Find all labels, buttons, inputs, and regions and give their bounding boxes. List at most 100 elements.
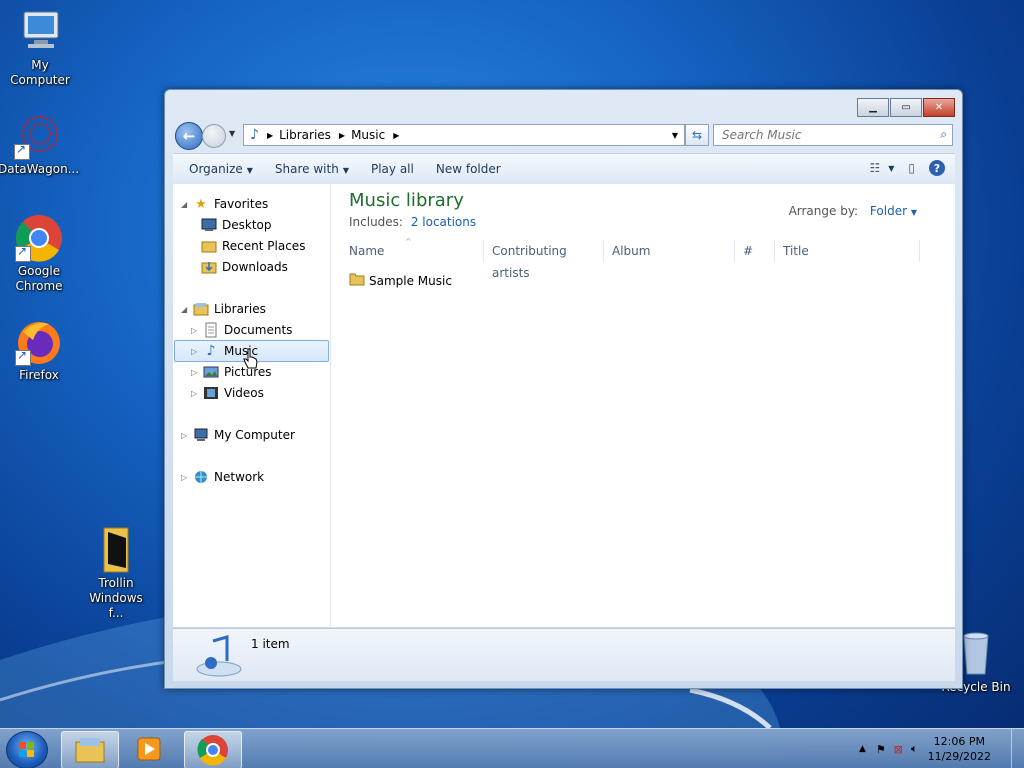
- start-button[interactable]: [6, 731, 48, 768]
- show-desktop-button[interactable]: [1011, 729, 1024, 768]
- play-all-button[interactable]: Play all: [371, 162, 414, 176]
- network-status-icon[interactable]: ⊠: [894, 743, 903, 756]
- collapsed-arrow-icon[interactable]: ▷: [191, 347, 203, 356]
- computer-icon: [16, 8, 64, 56]
- chevron-down-icon: ▼: [246, 166, 253, 175]
- desktop-icon-trollin[interactable]: Trollin Windows f...: [76, 526, 156, 621]
- address-bar[interactable]: ♪ ▶ Libraries ▶ Music ▶ ▼: [243, 124, 685, 146]
- action-center-icon[interactable]: ⚑: [876, 743, 886, 756]
- pictures-icon: [203, 364, 219, 380]
- hand-cursor-icon: [243, 348, 258, 369]
- breadcrumb-music[interactable]: Music: [351, 128, 385, 142]
- folder-icon: [349, 272, 365, 289]
- window-controls: ▁ ▭ ✕: [856, 98, 955, 117]
- desktop-icon: [201, 217, 217, 233]
- refresh-button[interactable]: ⇆: [685, 124, 709, 146]
- column-name[interactable]: Name ^: [341, 237, 484, 262]
- downloads-icon: [201, 259, 217, 275]
- music-note-icon: ♪: [250, 127, 259, 143]
- clock[interactable]: 12:06 PM 11/29/2022: [928, 734, 991, 764]
- nav-pictures[interactable]: ▷ Pictures: [191, 362, 272, 382]
- search-icon[interactable]: ⌕: [940, 127, 947, 142]
- column-album[interactable]: Album: [604, 240, 735, 262]
- nav-recent-places[interactable]: Recent Places: [201, 236, 305, 256]
- breadcrumb-separator-icon[interactable]: ▶: [339, 131, 345, 140]
- recent-pages-dropdown[interactable]: ▼: [229, 129, 235, 138]
- column-headers: Name ^ Contributing artists Album # Titl…: [341, 237, 945, 280]
- taskbar-chrome[interactable]: [184, 731, 242, 768]
- taskbar: ▲ ⚑ ⊠ 🔈︎ 12:06 PM 11/29/2022: [0, 728, 1024, 768]
- nav-downloads[interactable]: Downloads: [201, 257, 288, 277]
- arrange-by-dropdown[interactable]: Folder ▼: [870, 204, 917, 218]
- minimize-button[interactable]: ▁: [857, 98, 889, 117]
- preview-pane-icon[interactable]: ▯: [908, 161, 915, 175]
- library-title: Music library: [349, 190, 464, 211]
- search-input[interactable]: [720, 125, 924, 145]
- media-player-icon: [137, 737, 161, 761]
- show-hidden-icons-icon[interactable]: ▲: [859, 744, 866, 754]
- explorer-icon: [75, 738, 105, 763]
- share-with-button[interactable]: Share with ▼: [275, 162, 349, 176]
- collapsed-arrow-icon[interactable]: ▷: [191, 368, 203, 377]
- shortcut-arrow-icon: [15, 348, 31, 366]
- expanded-arrow-icon[interactable]: ◢: [181, 200, 193, 209]
- expanded-arrow-icon[interactable]: ◢: [181, 305, 193, 314]
- column-contributing-artists[interactable]: Contributing artists: [484, 240, 604, 280]
- desktop-icon-chrome[interactable]: Google Chrome: [0, 214, 79, 294]
- libraries-icon: [193, 301, 209, 317]
- search-box[interactable]: ⌕: [713, 124, 953, 146]
- nav-favorites[interactable]: ◢ ★ Favorites: [181, 194, 268, 214]
- nav-libraries[interactable]: ◢ Libraries: [181, 299, 266, 319]
- computer-icon: [193, 427, 209, 443]
- collapsed-arrow-icon[interactable]: ▷: [191, 326, 203, 335]
- volume-icon[interactable]: 🔈︎: [911, 742, 918, 756]
- breadcrumb-libraries[interactable]: Libraries: [279, 128, 331, 142]
- breadcrumb-separator-icon[interactable]: ▶: [267, 131, 273, 140]
- details-pane: 1 item: [173, 628, 955, 681]
- view-dropdown-icon[interactable]: ▼: [888, 164, 894, 173]
- sort-ascending-icon: ^: [405, 237, 412, 246]
- desktop-icon-firefox[interactable]: Firefox: [0, 318, 79, 383]
- close-button[interactable]: ✕: [923, 98, 955, 117]
- music-note-icon: ♪: [206, 343, 216, 359]
- breadcrumb-separator-icon[interactable]: ▶: [393, 131, 399, 140]
- desktop-icon-datawagon[interactable]: DataWagon...: [0, 112, 79, 177]
- taskbar-explorer[interactable]: [61, 731, 119, 768]
- locations-link[interactable]: 2 locations: [411, 215, 476, 229]
- shortcut-arrow-icon: [15, 244, 31, 262]
- library-includes: Includes: 2 locations: [349, 215, 477, 229]
- explorer-window: ▁ ▭ ✕ ← ▼ ♪ ▶ Libraries ▶ Music ▶ ▼ ⇆ ⌕ …: [164, 89, 963, 689]
- maximize-button[interactable]: ▭: [890, 98, 922, 117]
- organize-button[interactable]: Organize ▼: [189, 162, 253, 176]
- column-number[interactable]: #: [735, 240, 775, 262]
- forward-button[interactable]: [202, 124, 226, 148]
- explorer-content: ◢ ★ Favorites Desktop Recent Places Down…: [173, 184, 955, 627]
- column-title[interactable]: Title: [775, 240, 920, 262]
- nav-my-computer[interactable]: ▷ My Computer: [181, 425, 295, 445]
- address-dropdown-icon[interactable]: ▼: [672, 131, 678, 140]
- nav-desktop[interactable]: Desktop: [201, 215, 272, 235]
- collapsed-arrow-icon[interactable]: ▷: [181, 431, 193, 440]
- datawagon-icon: [14, 112, 62, 160]
- view-options-icon[interactable]: ☷: [869, 161, 880, 175]
- file-row[interactable]: Sample Music: [349, 272, 452, 289]
- chevron-down-icon: ▼: [342, 166, 349, 175]
- help-icon[interactable]: ?: [929, 160, 945, 176]
- desktop-icon-my-computer[interactable]: My Computer: [0, 8, 80, 88]
- command-bar: Organize ▼ Share with ▼ Play all New folde…: [173, 153, 955, 185]
- collapsed-arrow-icon[interactable]: ▷: [191, 389, 203, 398]
- collapsed-arrow-icon[interactable]: ▷: [181, 473, 193, 482]
- nav-videos[interactable]: ▷ Videos: [191, 383, 264, 403]
- chrome-icon: [15, 214, 63, 262]
- videos-icon: [203, 385, 219, 401]
- network-icon: [193, 469, 209, 485]
- item-count: 1 item: [251, 637, 290, 651]
- recent-places-icon: [201, 238, 217, 254]
- nav-documents[interactable]: ▷ Documents: [191, 320, 292, 340]
- arrange-by: Arrange by: Folder ▼: [788, 204, 917, 218]
- music-library-icon: [196, 635, 242, 677]
- nav-network[interactable]: ▷ Network: [181, 467, 264, 487]
- taskbar-media-player[interactable]: [121, 731, 177, 767]
- back-button[interactable]: ←: [175, 122, 203, 150]
- new-folder-button[interactable]: New folder: [436, 162, 501, 176]
